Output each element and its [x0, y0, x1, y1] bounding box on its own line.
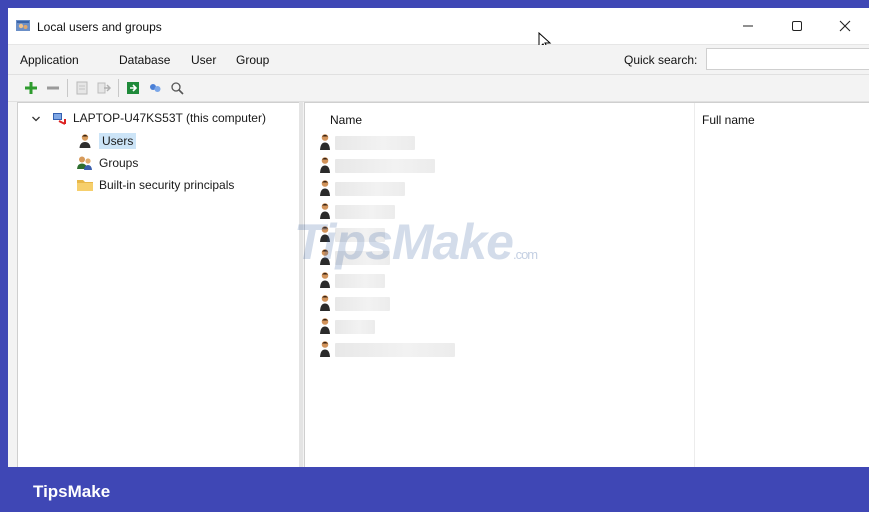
redacted-username	[335, 320, 375, 334]
properties-icon[interactable]	[72, 78, 92, 98]
title-bar: Local users and groups	[8, 8, 869, 51]
redacted-username	[335, 274, 385, 288]
move-icon[interactable]	[94, 78, 114, 98]
watermark: TipsMake.com	[294, 214, 538, 270]
user-icon	[319, 133, 331, 154]
redacted-username	[335, 297, 390, 311]
column-header-name[interactable]: Name	[330, 113, 362, 127]
column-header-full-name[interactable]: Full name	[702, 113, 755, 127]
table-row[interactable]	[319, 133, 415, 153]
computer-network-icon	[50, 109, 68, 127]
quick-search-label: Quick search:	[624, 53, 698, 67]
tree-root-computer[interactable]: LAPTOP-U47KS53T (this computer)	[50, 109, 266, 127]
table-row[interactable]	[319, 179, 405, 199]
user-icon	[319, 271, 331, 292]
search-icon[interactable]	[167, 78, 187, 98]
users-groups-app-icon	[15, 18, 31, 34]
redacted-username	[335, 136, 415, 150]
tree-item-groups[interactable]: Groups	[76, 154, 138, 172]
user-list-pane: Name Full name	[304, 102, 869, 467]
tree-item-label: Groups	[99, 156, 139, 170]
tree-root-label: LAPTOP-U47KS53T (this computer)	[73, 111, 266, 125]
table-row[interactable]	[319, 271, 385, 291]
user-icon	[319, 317, 331, 338]
toolbar-separator	[118, 79, 119, 97]
tree-pane: LAPTOP-U47KS53T (this computer) Users Gr…	[17, 102, 300, 467]
footer-banner: TipsMake	[0, 467, 869, 512]
toolbar	[8, 74, 869, 102]
pane-splitter[interactable]	[299, 102, 303, 467]
toolbar-separator	[67, 79, 68, 97]
user-icon	[319, 294, 331, 315]
remove-icon[interactable]	[43, 78, 63, 98]
menu-database[interactable]: Database	[119, 53, 170, 67]
table-row[interactable]	[319, 317, 375, 337]
user-icon	[319, 340, 331, 361]
tree-item-label: Users	[99, 133, 137, 149]
minimize-button[interactable]	[724, 8, 772, 44]
window-title: Local users and groups	[37, 20, 162, 34]
tree-item-built-in-security-principals[interactable]: Built-in security principals	[76, 176, 234, 194]
export-icon[interactable]	[123, 78, 143, 98]
redacted-username	[335, 182, 405, 196]
maximize-button[interactable]	[773, 8, 821, 44]
quick-search-input[interactable]	[706, 48, 869, 70]
add-icon[interactable]	[21, 78, 41, 98]
chevron-down-icon[interactable]	[31, 113, 41, 123]
refresh-icon[interactable]	[145, 78, 165, 98]
tree-item-label: Built-in security principals	[99, 178, 235, 192]
group-icon	[76, 154, 94, 172]
menu-group[interactable]: Group	[236, 53, 269, 67]
user-icon	[76, 132, 94, 150]
table-row[interactable]	[319, 294, 390, 314]
user-icon	[319, 156, 331, 177]
application-window: Local users and groups Application Datab…	[8, 8, 869, 467]
footer-brand: TipsMake	[33, 482, 111, 501]
redacted-username	[335, 343, 455, 357]
redacted-username	[335, 159, 435, 173]
column-divider[interactable]	[694, 103, 695, 467]
close-button[interactable]	[821, 8, 869, 44]
table-row[interactable]	[319, 156, 435, 176]
table-row[interactable]	[319, 340, 455, 360]
menu-user[interactable]: User	[191, 53, 216, 67]
user-icon	[319, 179, 331, 200]
folder-icon	[76, 176, 94, 194]
menu-application[interactable]: Application	[20, 53, 79, 67]
tree-item-users[interactable]: Users	[76, 132, 137, 150]
